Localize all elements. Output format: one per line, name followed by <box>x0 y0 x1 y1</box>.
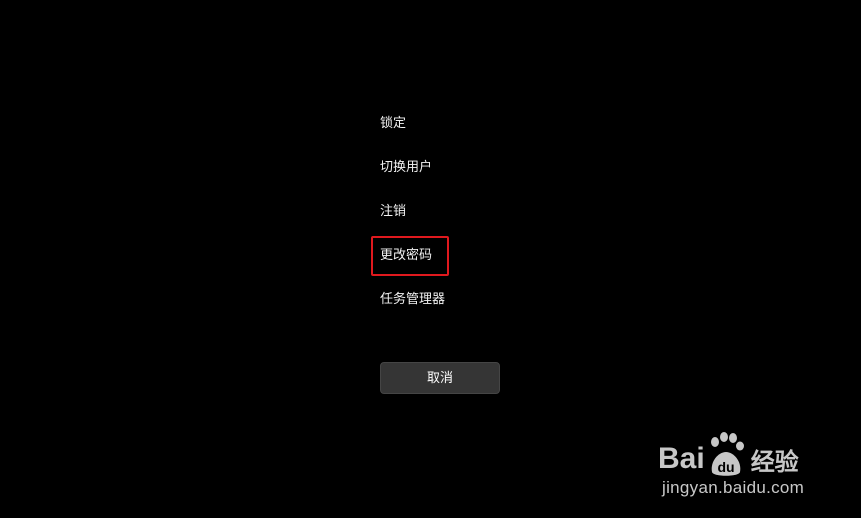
watermark-brand-right: 经验 <box>750 447 799 476</box>
menu-item-label: 切换用户 <box>380 160 433 175</box>
menu-item-label: 锁定 <box>380 116 407 131</box>
menu-item-lock[interactable]: 锁定 <box>380 112 520 156</box>
watermark-brand-left: Bai <box>658 442 705 475</box>
cancel-button[interactable]: 取消 <box>380 362 500 394</box>
watermark-brand-mid: du <box>717 459 734 475</box>
paw-icon: du <box>706 432 746 476</box>
baidu-jingyan-watermark: Bai du 经验 jingyan.baidu.com <box>658 424 828 504</box>
menu-item-label: 更改密码 <box>380 248 433 263</box>
menu-item-label: 注销 <box>380 204 407 219</box>
menu-item-sign-out[interactable]: 注销 <box>380 200 520 244</box>
watermark-logo: Bai du 经验 <box>658 432 799 476</box>
watermark-url: jingyan.baidu.com <box>662 478 805 497</box>
menu-item-label: 任务管理器 <box>380 292 446 307</box>
menu-item-change-password[interactable]: 更改密码 <box>371 236 520 288</box>
security-options-menu: 锁定 切换用户 注销 更改密码 任务管理器 <box>371 112 520 332</box>
menu-item-switch-user[interactable]: 切换用户 <box>380 156 520 200</box>
menu-item-task-manager[interactable]: 任务管理器 <box>380 288 520 332</box>
ctrl-alt-del-screen: 锁定 切换用户 注销 更改密码 任务管理器 取消 Bai du 经验 jingy… <box>0 0 861 518</box>
